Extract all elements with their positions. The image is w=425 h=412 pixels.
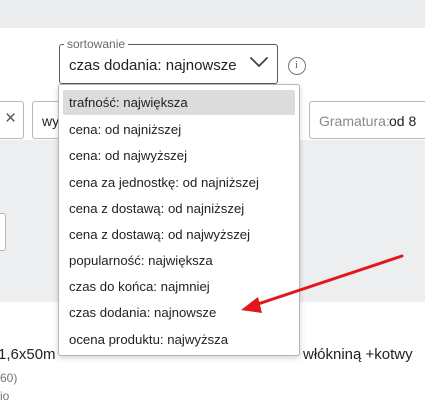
sort-option[interactable]: cena: od najniższej bbox=[63, 117, 295, 142]
sort-option[interactable]: czas dodania: najnowsze bbox=[63, 300, 295, 325]
side-button-stub[interactable] bbox=[0, 213, 6, 251]
chevron-down-icon[interactable] bbox=[250, 56, 268, 68]
gramatura-value: od 8 bbox=[389, 113, 417, 129]
product-title-end[interactable]: włókniną +kotwy bbox=[303, 346, 413, 363]
filter-clear-button[interactable]: × bbox=[0, 101, 24, 139]
product-meta: 60) bbox=[0, 371, 18, 385]
info-icon[interactable]: i bbox=[288, 57, 306, 75]
product-meta-2: io bbox=[0, 389, 10, 403]
sort-selected-value: czas dodania: najnowsze bbox=[69, 57, 237, 74]
sort-option[interactable]: cena: od najwyższej bbox=[63, 143, 295, 168]
sort-option[interactable]: cena z dostawą: od najniższej bbox=[63, 196, 295, 221]
sort-option[interactable]: cena za jednostkę: od najniższej bbox=[63, 170, 295, 195]
product-title-start[interactable]: 1,6x50m bbox=[0, 346, 56, 363]
sort-option[interactable]: cena z dostawą: od najwyższej bbox=[63, 222, 295, 247]
sort-option[interactable]: popularność: największa bbox=[63, 248, 295, 273]
sort-option[interactable]: trafność: największa bbox=[63, 90, 295, 115]
sort-option[interactable]: ocena produktu: najwyższa bbox=[63, 327, 295, 352]
sort-dropdown-list: trafność: największa cena: od najniższej… bbox=[58, 84, 300, 356]
gramatura-filter[interactable]: Gramatura: od 8 bbox=[309, 101, 425, 139]
close-icon: × bbox=[5, 108, 17, 129]
sort-option[interactable]: czas do końca: najmniej bbox=[63, 274, 295, 299]
gramatura-label: Gramatura: bbox=[319, 113, 390, 129]
page-header-band bbox=[0, 0, 425, 28]
filter-input-text: wy bbox=[42, 113, 60, 129]
sort-label: sortowanie bbox=[64, 38, 129, 51]
